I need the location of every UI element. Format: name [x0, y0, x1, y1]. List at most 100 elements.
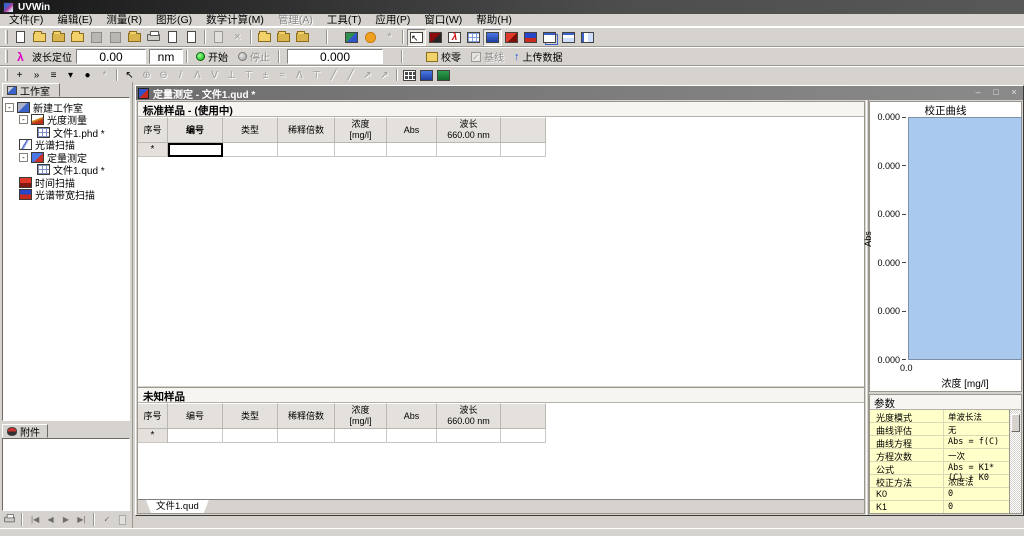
verify-button[interactable]: ✓ [100, 513, 113, 527]
tile-vertical-button[interactable] [578, 29, 597, 46]
menu-file[interactable]: 文件(F) [2, 14, 50, 27]
instrument-connect-button[interactable] [255, 29, 274, 46]
valley-pick-button[interactable]: V [206, 68, 223, 83]
unknown-abs-cell[interactable] [387, 429, 437, 443]
zoom-out-button[interactable]: ⊖ [155, 68, 172, 83]
toolbar-grip[interactable] [5, 68, 8, 82]
lamp-button[interactable]: * [380, 29, 399, 46]
arrow2-tool-button[interactable]: ↗ [376, 68, 393, 83]
goto-wavelength-button[interactable]: λ [11, 48, 30, 65]
menu-graph[interactable]: 图形(G) [149, 14, 199, 27]
document-titlebar[interactable]: 定量测定 - 文件1.qud * – □ × [136, 86, 1023, 101]
zero-button[interactable]: 校零 [421, 49, 466, 64]
new-attachment-button[interactable] [116, 513, 129, 527]
unknown-wavelength-cell[interactable] [437, 429, 501, 443]
menu-math[interactable]: 数学计算(M) [199, 14, 271, 27]
paste-button[interactable] [209, 29, 228, 46]
menu-help[interactable]: 帮助(H) [469, 14, 519, 27]
instrument-upload-button[interactable] [274, 29, 293, 46]
wavelength-input[interactable] [76, 49, 146, 64]
export-excel-button[interactable] [435, 68, 452, 83]
menu-apps[interactable]: 应用(P) [368, 14, 417, 27]
upload-data-button[interactable]: ↑ 上传数据 [509, 49, 568, 65]
row-marker-cell[interactable]: * [138, 143, 168, 157]
area-tool-button[interactable]: ± [257, 68, 274, 83]
line2-tool-button[interactable]: ╱ [342, 68, 359, 83]
standard-abs-cell[interactable] [387, 143, 437, 157]
scrollbar-thumb[interactable] [1011, 414, 1020, 432]
standard-type-cell[interactable] [223, 143, 278, 157]
file-tab[interactable]: 文件1.qud [146, 500, 209, 513]
start-button[interactable]: 开始 [191, 49, 233, 64]
print-button[interactable] [144, 29, 163, 46]
parameters-scrollbar[interactable] [1009, 410, 1021, 513]
tree-item-bandwidth-scan[interactable]: 光谱带宽扫描 [19, 189, 129, 202]
menu-edit[interactable]: 编辑(E) [50, 14, 99, 27]
attachment-print-button[interactable] [3, 513, 16, 527]
standard-blank-cell[interactable] [501, 143, 546, 157]
unknown-concentration-cell[interactable] [335, 429, 387, 443]
print-preview-button[interactable] [163, 29, 182, 46]
standard-wavelength-cell[interactable] [437, 143, 501, 157]
cascade-windows-button[interactable] [540, 29, 559, 46]
export-word-button[interactable] [418, 68, 435, 83]
trace-button[interactable]: » [28, 68, 45, 83]
unknown-id-cell[interactable] [168, 429, 223, 443]
last-record-button[interactable]: ▶| [75, 513, 88, 527]
smooth-tool-button[interactable]: ≈ [274, 68, 291, 83]
save-all-button[interactable] [106, 29, 125, 46]
open-file-button[interactable] [30, 29, 49, 46]
standard-dilution-cell[interactable] [278, 143, 335, 157]
toolbar-grip[interactable] [5, 49, 8, 64]
annotate-tool-button[interactable]: ⊤ [308, 68, 325, 83]
menu-measure[interactable]: 测量(R) [99, 14, 149, 27]
menu-window[interactable]: 窗口(W) [417, 14, 469, 27]
peak-pick-button[interactable]: Λ [189, 68, 206, 83]
menu-tools[interactable]: 工具(T) [320, 14, 368, 27]
quantitative-mode-button[interactable] [483, 28, 502, 46]
save-button[interactable] [87, 29, 106, 46]
tangent-tool-button[interactable]: ⊤ [240, 68, 257, 83]
minimize-button[interactable]: – [971, 87, 985, 99]
baseline-button[interactable]: ✓ 基线 [466, 49, 509, 64]
refresh-button[interactable] [342, 29, 361, 46]
zoom-in-button[interactable]: ⊕ [138, 68, 155, 83]
new-file-button[interactable] [11, 29, 30, 46]
derivative-tool-button[interactable]: Λ [291, 68, 308, 83]
stop-button[interactable]: 停止 [233, 49, 275, 64]
close-button[interactable]: × [1007, 87, 1021, 99]
select-cursor-button[interactable]: ↖ [121, 68, 138, 83]
photometry-mode-button[interactable] [426, 29, 445, 46]
baseline-tool-button[interactable]: ⊥ [223, 68, 240, 83]
arrow-tool-button[interactable]: ↗ [359, 68, 376, 83]
pointer-mode-button[interactable] [407, 28, 426, 46]
unknown-type-cell[interactable] [223, 429, 278, 443]
find-file-button[interactable] [125, 29, 144, 46]
prev-record-button[interactable]: ◀ [44, 513, 57, 527]
tab-workspace[interactable]: 工作室 [2, 83, 60, 98]
unknown-blank-cell[interactable] [501, 429, 546, 443]
settings-button[interactable] [361, 29, 380, 46]
line-tool-button[interactable]: ╱ [325, 68, 342, 83]
wavelength-scan-button[interactable]: λ [445, 29, 464, 46]
expander-icon[interactable]: - [19, 115, 28, 125]
standard-concentration-cell[interactable] [335, 143, 387, 157]
pan-button[interactable]: + [11, 68, 28, 83]
list-view-button[interactable]: ≡ [45, 68, 62, 83]
attachment-list[interactable] [2, 438, 130, 511]
standard-id-cell-selected[interactable] [168, 143, 223, 157]
instrument-download-button[interactable] [293, 29, 312, 46]
display-mode-button[interactable]: * [96, 68, 113, 83]
bandwidth-scan-button[interactable] [521, 29, 540, 46]
expander-icon[interactable]: - [19, 152, 28, 162]
first-record-button[interactable]: |◀ [28, 513, 41, 527]
open-workspace-button[interactable] [49, 29, 68, 46]
unknown-dilution-cell[interactable] [278, 429, 335, 443]
ruler-button[interactable]: / [172, 68, 189, 83]
toolbar-grip[interactable] [5, 29, 8, 45]
tile-horizontal-button[interactable] [559, 29, 578, 46]
page-setup-button[interactable] [182, 29, 201, 46]
row-marker-cell[interactable]: * [138, 429, 168, 443]
tab-attachment[interactable]: 附件 [2, 424, 48, 439]
marker-options-button[interactable]: ● [79, 68, 96, 83]
